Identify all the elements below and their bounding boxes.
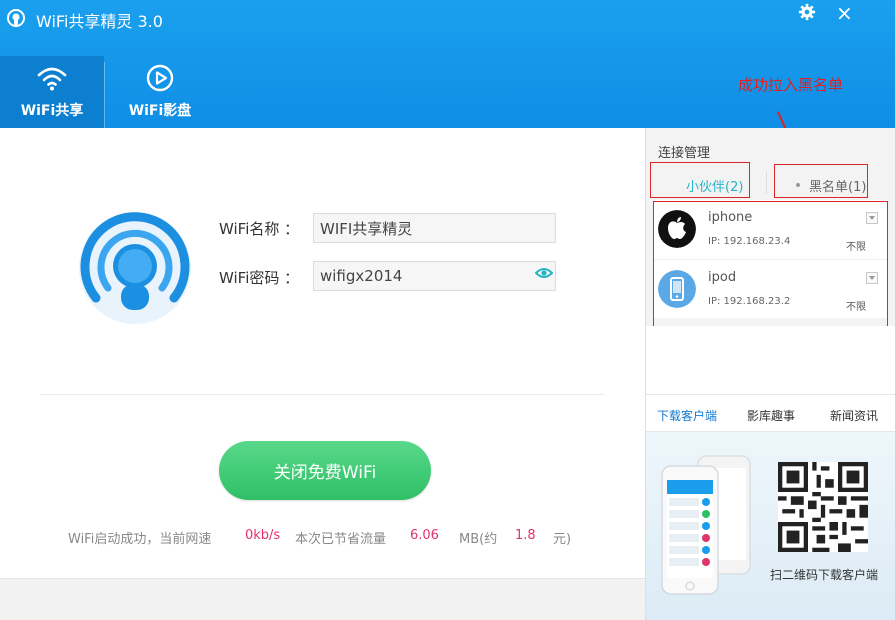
connection-panel-title: 连接管理 <box>658 146 711 161</box>
empty-area <box>646 326 895 394</box>
status-saved-label: 本次已节省流量 <box>295 532 387 547</box>
close-free-wifi-button[interactable]: 关闭免费WiFi <box>219 441 431 500</box>
status-prefix: WiFi启动成功，当前网速 <box>68 532 212 547</box>
tab-wifi-disk-label: WiFi影盘 <box>128 103 192 119</box>
status-unit-mb: MB(约 <box>459 532 498 547</box>
qr-code-icon <box>778 462 868 552</box>
play-circle-icon <box>146 64 174 92</box>
annotation-text: 成功拉入黑名单 <box>738 76 844 94</box>
tab-friends[interactable]: 小伙伴(2) <box>686 176 743 195</box>
promo-area: 扫二维码下载客户端 <box>646 432 895 620</box>
tab-wifi-disk[interactable]: WiFi影盘 <box>108 56 212 128</box>
annotation-box-devices <box>653 201 888 327</box>
status-money: 1.8 <box>515 528 536 543</box>
wifi-logo-icon <box>79 212 191 324</box>
tab-movie-fun[interactable]: 影库趣事 <box>747 407 795 424</box>
gear-icon[interactable] <box>798 3 816 21</box>
nav-divider <box>104 62 105 128</box>
app-header: WiFi共享精灵 3.0 × WiFi共享 WiFi影盘 成功拉入黑名单 <box>0 0 895 128</box>
tab-divider <box>766 172 767 194</box>
qr-caption: 扫二维码下载客户端 <box>770 568 879 582</box>
eye-icon[interactable] <box>535 266 553 280</box>
tab-wifi-share-label: WiFi共享 <box>20 103 84 119</box>
main-panel: WiFi名称 ： WiFi密码 ： 关闭免费WiFi WiFi启动成功，当前网速… <box>0 128 645 578</box>
connection-panel: 连接管理 小伙伴(2) 黑名单(1) iphone IP: 192.168.23… <box>645 128 895 620</box>
app-logo-icon <box>7 9 25 27</box>
divider <box>40 394 605 395</box>
close-icon[interactable]: × <box>836 1 853 25</box>
tab-download-client[interactable]: 下载客户端 <box>657 407 717 424</box>
bottom-tabs: 下载客户端 影库趣事 新闻资讯 <box>646 394 895 432</box>
bullet-dot <box>796 183 800 187</box>
wifi-icon <box>37 67 67 91</box>
wifi-name-input[interactable] <box>313 213 556 243</box>
phones-illustration-icon <box>661 455 751 595</box>
app-title: WiFi共享精灵 3.0 <box>36 12 163 31</box>
tab-wifi-share[interactable]: WiFi共享 <box>0 56 104 128</box>
wifi-name-label: WiFi名称 ： <box>219 220 300 238</box>
footer-bar <box>0 578 645 620</box>
wifi-password-input[interactable] <box>313 261 556 291</box>
tab-blacklist[interactable]: 黑名单(1) <box>809 176 866 195</box>
tab-news[interactable]: 新闻资讯 <box>830 407 878 424</box>
status-saved-value: 6.06 <box>410 528 439 543</box>
wifi-password-label: WiFi密码 ： <box>219 269 300 287</box>
status-unit-yuan: 元) <box>553 532 572 547</box>
status-speed: 0kb/s <box>245 528 281 543</box>
